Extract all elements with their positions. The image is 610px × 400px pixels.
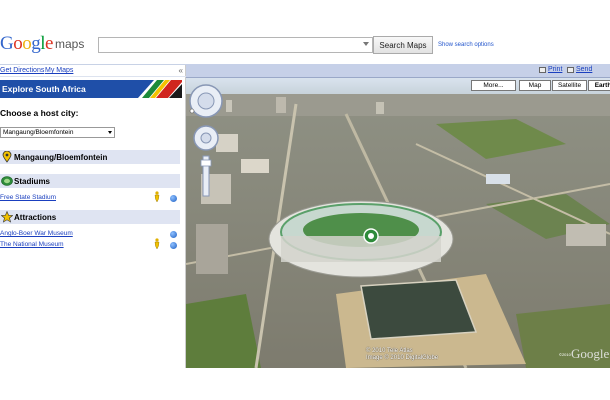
globe-icon[interactable] bbox=[170, 231, 177, 238]
maps-word: maps bbox=[55, 37, 85, 51]
side-panel: Get Directions My Maps « Explore South A… bbox=[0, 64, 186, 368]
search-dropdown-icon[interactable] bbox=[363, 42, 369, 46]
imagery-copyright: © 2010 Tele Atlas Image © 2010 DigitalGl… bbox=[366, 348, 438, 362]
flag-stripes-icon bbox=[138, 80, 182, 98]
aerial-3d-imagery[interactable] bbox=[186, 64, 610, 368]
anglo-boer-war-museum-link[interactable]: Anglo-Boer War Museum bbox=[0, 230, 73, 237]
copyright-line-2: Image © 2010 DigitalGlobe bbox=[366, 355, 439, 361]
map-type-earth-button[interactable]: Earth bbox=[588, 80, 610, 91]
explore-banner: Explore South Africa bbox=[0, 80, 182, 98]
chevron-down-icon bbox=[108, 131, 112, 134]
stadiums-section-label: Stadiums bbox=[14, 177, 51, 186]
globe-icon[interactable] bbox=[170, 195, 177, 202]
google-logo[interactable]: Google bbox=[0, 33, 53, 55]
person-icon[interactable] bbox=[152, 191, 162, 202]
search-input[interactable] bbox=[99, 38, 361, 52]
map-type-satellite-button[interactable]: Satellite bbox=[552, 80, 587, 91]
map-toolbar: Print Send bbox=[186, 64, 610, 78]
star-icon bbox=[1, 211, 13, 223]
print-icon[interactable] bbox=[539, 67, 546, 73]
copyright-line-1: © 2010 Tele Atlas bbox=[366, 348, 413, 354]
show-search-options-link[interactable]: Show search options bbox=[438, 42, 494, 48]
globe-icon[interactable] bbox=[170, 242, 177, 249]
free-state-stadium-link[interactable]: Free State Stadium bbox=[0, 194, 56, 201]
host-city-select-value: Mangaung/Bloemfontein bbox=[3, 129, 74, 136]
print-link[interactable]: Print bbox=[548, 66, 562, 73]
google-watermark: Google bbox=[571, 346, 610, 361]
watermark-prefix: ©2010 bbox=[559, 352, 571, 357]
city-section-label: Mangaung/Bloemfontein bbox=[14, 153, 108, 162]
map-type-map-button[interactable]: Map bbox=[519, 80, 551, 91]
search-box[interactable] bbox=[98, 37, 373, 53]
get-directions-link[interactable]: Get Directions bbox=[0, 67, 44, 74]
attractions-section-header[interactable]: Attractions bbox=[0, 210, 180, 224]
collapse-panel-button[interactable]: « bbox=[179, 66, 183, 75]
host-city-select[interactable]: Mangaung/Bloemfontein bbox=[0, 127, 115, 138]
pin-icon bbox=[2, 151, 12, 163]
person-icon[interactable] bbox=[152, 238, 162, 249]
my-maps-link[interactable]: My Maps bbox=[45, 67, 73, 74]
send-icon[interactable] bbox=[567, 67, 574, 73]
stadium-icon bbox=[1, 176, 13, 186]
more-button[interactable]: More... bbox=[471, 80, 516, 91]
choose-host-city-label: Choose a host city: bbox=[0, 108, 79, 118]
stadiums-section-header[interactable]: Stadiums bbox=[0, 174, 180, 188]
search-maps-button[interactable]: Search Maps bbox=[373, 36, 433, 54]
city-section-header[interactable]: Mangaung/Bloemfontein bbox=[0, 150, 180, 164]
header: Google maps Search Maps Show search opti… bbox=[0, 30, 610, 60]
side-panel-top-links: Get Directions My Maps « bbox=[0, 64, 186, 77]
banner-title: Explore South Africa bbox=[2, 84, 86, 94]
map-view[interactable]: Print Send More... Map Satellite Earth ©… bbox=[186, 64, 610, 368]
national-museum-link[interactable]: The National Museum bbox=[0, 241, 64, 248]
send-link[interactable]: Send bbox=[576, 66, 592, 73]
attractions-section-label: Attractions bbox=[14, 213, 57, 222]
